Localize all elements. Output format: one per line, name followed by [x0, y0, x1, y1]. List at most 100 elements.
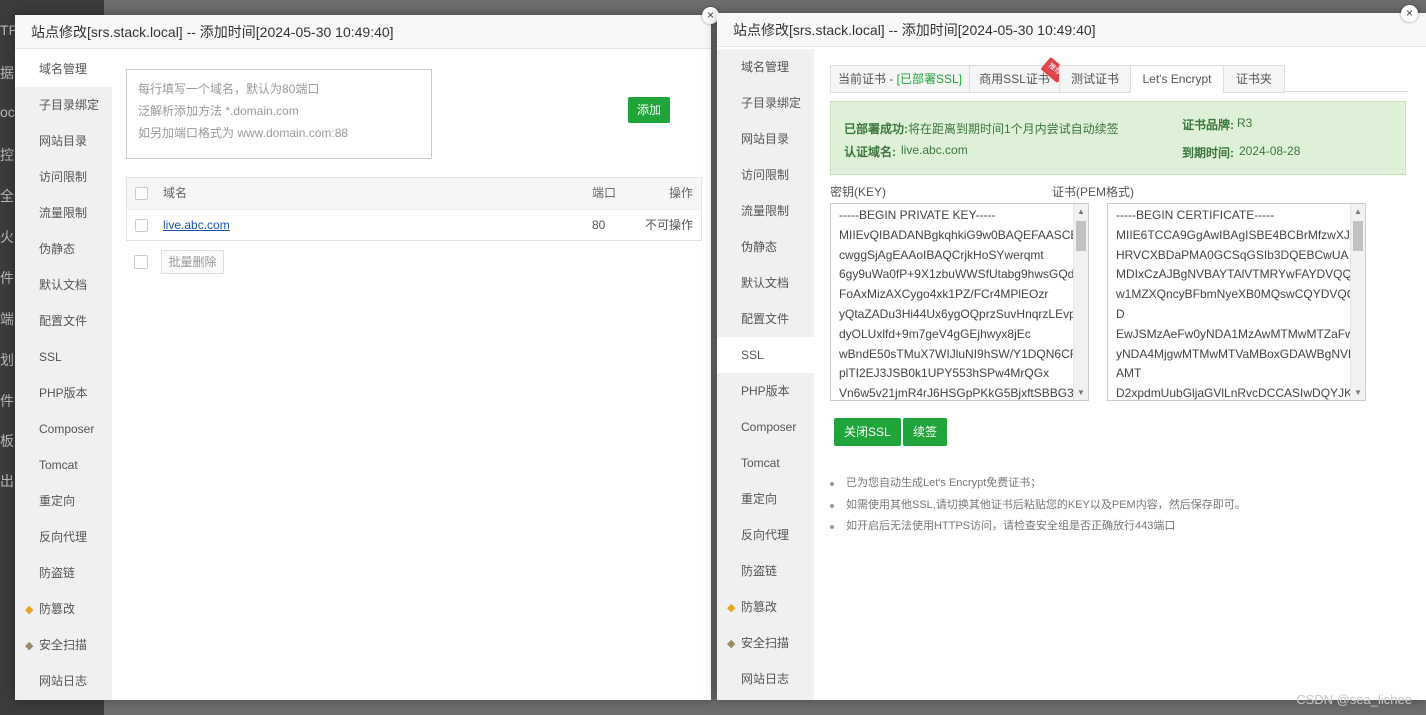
gem-icon: ◆	[25, 604, 34, 616]
sidebar-item[interactable]: 网站日志	[15, 663, 112, 699]
sidebar-item[interactable]: 伪静态	[15, 231, 112, 267]
deploy-label: 已部署成功:	[844, 122, 908, 136]
sidebar-item[interactable]: 域名管理	[717, 49, 814, 85]
sidebar-item[interactable]: SSL	[717, 337, 814, 373]
sidebar-item[interactable]: ◆ 安全扫描	[15, 627, 112, 663]
scroll-thumb[interactable]	[1076, 221, 1086, 251]
sidebar-item[interactable]: Tomcat	[717, 445, 814, 481]
scroll-down-icon[interactable]: ▼	[1077, 388, 1085, 397]
ssl-info-box: 已部署成功: 将在距离到期时间1个月内尝试自动续签 认证域名: live.abc…	[830, 101, 1406, 175]
sidebar-item-label: 反向代理	[39, 530, 88, 544]
ssl-panel: 当前证书 - [已部署SSL] 商用SSL证书 推荐 测试证书 Let's Enc…	[814, 49, 1426, 700]
sidebar-item[interactable]: Composer	[15, 411, 112, 447]
domain-table: 域名 端口 操作 live.abc.com 80 不可操作	[126, 177, 702, 241]
sidebar-item-label: 防盗链	[741, 564, 778, 578]
sidebar-item[interactable]: 防盗链	[15, 555, 112, 591]
tab-current-cert-label: 当前证书 -	[837, 72, 897, 86]
sidebar-item-label: 网站日志	[39, 674, 88, 688]
sidebar-item[interactable]: 反向代理	[717, 517, 814, 553]
key-label: 密钥(KEY)	[830, 185, 887, 199]
row-checkbox[interactable]	[135, 219, 148, 232]
text-line: w1MZXQncyBFbmNyeXB0MQswCQYDVQQ	[1116, 287, 1357, 302]
domain-link[interactable]: live.abc.com	[163, 210, 230, 241]
text-line: yNDA4MjgwMTMwMTVaMBoxGDAWBgNVB	[1116, 346, 1357, 361]
tab-commercial-ssl[interactable]: 商用SSL证书 推荐	[969, 56, 1068, 93]
text-line: wBndE50sTMuX7WIJluNI9hSW/Y1DQN6CF3	[839, 346, 1084, 361]
sidebar-item[interactable]: Composer	[717, 409, 814, 445]
close-icon[interactable]: ×	[1401, 5, 1418, 22]
sidebar-item[interactable]: 配置文件	[717, 301, 814, 337]
text-line: yQtaZADu3Hi44Ux6ygOQprzSuvHnqrzLEvp	[839, 306, 1076, 321]
text-line: MIIE6TCCA9GgAwIBAgISBE4BCBrMfzwXJ0G	[1116, 227, 1364, 242]
sidebar-item-label: 安全扫描	[741, 636, 790, 650]
sidebar-item-label: 配置文件	[39, 314, 88, 328]
sidebar-item-label: 反向代理	[741, 528, 790, 542]
dialog-title: 站点修改[srs.stack.local] -- 添加时间[2024-05-30…	[15, 15, 711, 49]
cert-label: 证书(PEM格式)	[1052, 185, 1134, 199]
domain-port: 80	[592, 218, 606, 232]
sidebar-item[interactable]: 网站目录	[717, 121, 814, 157]
domain-input[interactable]: 每行填写一个域名，默认为80端口 泛解析添加方法 *.domain.com 如另…	[126, 69, 432, 159]
sidebar-item[interactable]: 重定向	[15, 483, 112, 519]
text-line: -----BEGIN PRIVATE KEY-----	[839, 208, 996, 222]
site-edit-dialog-domain: 站点修改[srs.stack.local] -- 添加时间[2024-05-30…	[15, 7, 719, 700]
tab-test-cert[interactable]: 测试证书	[1059, 65, 1131, 93]
text-line: plTI2EJ3JSB0k1UPY553hSPw4MrQGx	[839, 366, 1050, 381]
renew-button[interactable]: 续签	[903, 418, 948, 446]
sidebar-item[interactable]: 重定向	[717, 481, 814, 517]
sidebar-item[interactable]: 访问限制	[15, 159, 112, 195]
deploy-value: 将在距离到期时间1个月内尝试自动续签	[908, 122, 1119, 136]
sidebar-item[interactable]: 伪静态	[717, 229, 814, 265]
sidebar-item[interactable]: ◆ 防篡改	[15, 591, 112, 627]
batch-delete-button[interactable]: 批量删除	[161, 250, 224, 274]
site-edit-dialog-ssl: 站点修改[srs.stack.local] -- 添加时间[2024-05-30…	[717, 5, 1426, 700]
sidebar-item[interactable]: 网站日志	[717, 661, 814, 697]
key-textarea[interactable]: -----BEGIN PRIVATE KEY----- MIIEvQIBADANB…	[830, 203, 1089, 401]
sidebar-item[interactable]: PHP版本	[717, 373, 814, 409]
add-domain-button[interactable]: 添加	[628, 97, 670, 123]
sidebar-item-label: 访问限制	[741, 168, 790, 182]
sidebar-item-label: 安全扫描	[39, 638, 88, 652]
sidebar-item-label: 域名管理	[39, 62, 88, 76]
scroll-up-icon[interactable]: ▲	[1077, 207, 1085, 216]
scroll-thumb[interactable]	[1353, 221, 1363, 251]
sidebar-item-label: SSL	[39, 350, 62, 364]
sidebar-item[interactable]: 流量限制	[15, 195, 112, 231]
sidebar-item-label: 伪静态	[39, 242, 76, 256]
scroll-up-icon[interactable]: ▲	[1354, 207, 1362, 216]
sidebar-item[interactable]: ◆ 安全扫描	[717, 625, 814, 661]
sidebar-item[interactable]: 默认文档	[15, 267, 112, 303]
sidebar-item[interactable]: Tomcat	[15, 447, 112, 483]
sidebar-item[interactable]: 防盗链	[717, 553, 814, 589]
tab-cert-folder[interactable]: 证书夹	[1223, 65, 1285, 93]
domain-placeholder-line: 泛解析添加方法 *.domain.com	[138, 104, 299, 118]
sidebar-item[interactable]: SSL	[15, 339, 112, 375]
expire-label: 到期时间:	[1182, 146, 1234, 160]
text-line: -----BEGIN CERTIFICATE-----	[1116, 208, 1275, 222]
sidebar-item[interactable]: ◆ 防篡改	[717, 589, 814, 625]
tab-letsencrypt[interactable]: Let's Encrypt	[1130, 65, 1224, 93]
cert-scrollbar[interactable]: ▲ ▼	[1350, 204, 1365, 400]
sidebar-item[interactable]: 网站目录	[15, 123, 112, 159]
select-all-checkbox[interactable]	[135, 187, 148, 200]
sidebar-item[interactable]: 访问限制	[717, 157, 814, 193]
sidebar-item[interactable]: 流量限制	[717, 193, 814, 229]
dialog-sidebar: 域名管理 子目录绑定 网站目录访问限制流量限制 伪静态 默认文档 配置文件 SSL PHP版本…	[717, 49, 814, 700]
cert-textarea[interactable]: -----BEGIN CERTIFICATE----- MIIE6TCCA9GgA…	[1107, 203, 1366, 401]
sidebar-item[interactable]: 配置文件	[15, 303, 112, 339]
sidebar-item[interactable]: PHP版本	[15, 375, 112, 411]
key-scrollbar[interactable]: ▲ ▼	[1073, 204, 1088, 400]
scroll-down-icon[interactable]: ▼	[1354, 388, 1362, 397]
tab-current-cert[interactable]: 当前证书 - [已部署SSL]	[830, 65, 970, 93]
cert-content: -----BEGIN CERTIFICATE----- MIIE6TCCA9GgA…	[1108, 204, 1364, 400]
sidebar-item[interactable]: 子目录绑定	[717, 85, 814, 121]
sidebar-item[interactable]: 域名管理	[15, 51, 112, 87]
ssl-status: [已部署SSL]	[896, 72, 963, 86]
sidebar-item[interactable]: 默认文档	[717, 265, 814, 301]
sidebar-item[interactable]: 子目录绑定	[15, 87, 112, 123]
sidebar-item[interactable]: 反向代理	[15, 519, 112, 555]
sidebar-item-label: 流量限制	[39, 206, 88, 220]
batch-checkbox[interactable]	[134, 255, 148, 269]
close-ssl-button[interactable]: 关闭SSL	[834, 418, 901, 446]
sidebar-item-label: 访问限制	[39, 170, 88, 184]
